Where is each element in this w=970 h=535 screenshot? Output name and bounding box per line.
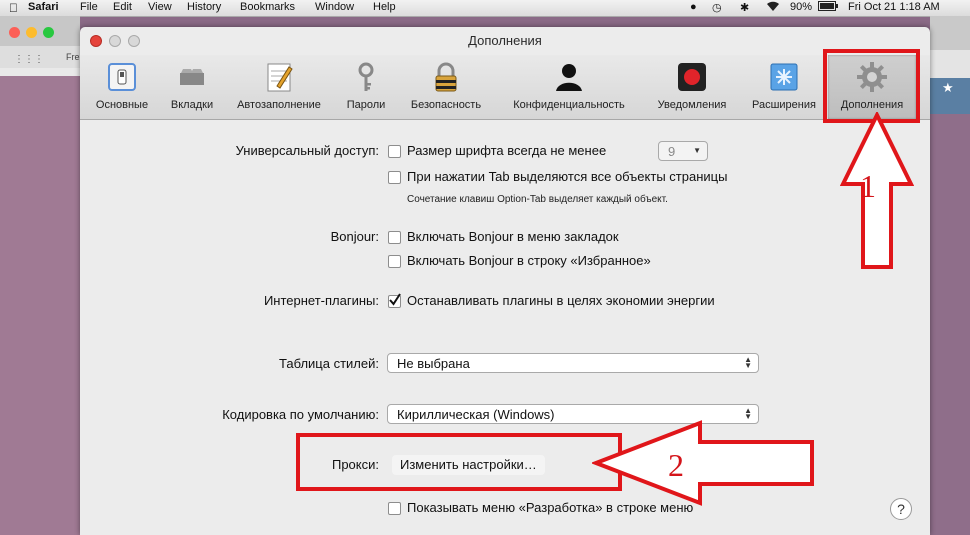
tab-highlight-note: Сочетание клавиш Option-Tab выделяет каж… — [407, 194, 668, 205]
tab-general[interactable]: Основные — [86, 55, 158, 119]
menu-history[interactable]: History — [187, 1, 221, 13]
status-circle-icon[interactable]: ● — [690, 1, 697, 13]
menu-view[interactable]: View — [148, 1, 172, 13]
stylesheet-select[interactable]: Не выбрана ▲ ▼ — [387, 353, 759, 373]
menu-window[interactable]: Window — [315, 1, 354, 13]
min-font-size-value: 9 — [668, 144, 676, 159]
tab-tabs-label: Вкладки — [170, 99, 214, 111]
tab-extensions-label: Расширения — [752, 99, 816, 111]
clock-datetime[interactable]: Fri Oct 21 1:18 AM — [848, 1, 940, 13]
min-font-checkbox[interactable] — [388, 145, 401, 158]
key-icon — [350, 61, 382, 93]
menu-file[interactable]: File — [80, 1, 98, 13]
checkmark-icon — [389, 293, 401, 306]
background-browser-window-right: ★ — [930, 16, 970, 535]
bonjour-bookmarks-text: Включать Bonjour в меню закладок — [407, 229, 619, 244]
tabs-icon — [176, 61, 208, 93]
menu-safari[interactable]: Safari — [28, 1, 59, 13]
window-title: Дополнения — [468, 33, 542, 48]
tab-general-label: Основные — [95, 99, 149, 111]
stylesheet-label: Таблица стилей: — [279, 356, 379, 371]
encoding-value: Кириллическая (Windows) — [397, 407, 555, 422]
plugins-label: Интернет-плагины: — [263, 293, 379, 308]
tab-security-label: Безопасность — [410, 99, 482, 111]
develop-menu-checkbox[interactable] — [388, 502, 401, 515]
tab-privacy-label: Конфиденциальность — [513, 99, 625, 111]
arrow-up-annotation — [840, 112, 914, 269]
bg-zoom-icon[interactable] — [43, 27, 54, 38]
highlight-box-proxy — [296, 433, 622, 491]
plugins-stop-text: Останавливать плагины в целях экономии э… — [407, 293, 715, 308]
tab-highlight-text: При нажатии Tab выделяются все объекты с… — [407, 169, 728, 184]
bg-minimize-icon[interactable] — [26, 27, 37, 38]
tab-extensions[interactable]: Расширения — [742, 55, 826, 119]
bonjour-favorites-checkbox[interactable] — [388, 255, 401, 268]
window-titlebar[interactable]: Дополнения — [80, 27, 930, 55]
tab-notifications-label: Уведомления — [657, 99, 727, 111]
up-down-arrows-icon: ▲ ▼ — [744, 355, 752, 370]
tab-security[interactable]: Безопасность — [400, 55, 492, 119]
min-font-text: Размер шрифта всегда не менее — [407, 143, 607, 158]
tab-notifications[interactable]: Уведомления — [644, 55, 740, 119]
menu-edit[interactable]: Edit — [113, 1, 132, 13]
tab-passwords-label: Пароли — [346, 99, 386, 111]
favorites-bar-item[interactable]: Fre — [66, 52, 80, 62]
tab-autofill-label: Автозаполнение — [237, 99, 321, 111]
battery-icon[interactable] — [818, 1, 838, 14]
notification-record-icon — [676, 61, 708, 93]
general-switch-icon — [106, 61, 138, 93]
tab-tabs[interactable]: Вкладки — [160, 55, 224, 119]
preferences-toolbar: Основные Вкладки Автозаполнение Пароли Б… — [80, 55, 930, 120]
menu-bookmarks[interactable]: Bookmarks — [240, 1, 295, 13]
min-font-size-select[interactable]: 9 ▼ — [658, 141, 708, 161]
bonjour-favorites-text: Включать Bonjour в строку «Избранное» — [407, 253, 651, 268]
bonjour-label: Bonjour: — [330, 229, 379, 244]
bonjour-bookmarks-checkbox[interactable] — [388, 231, 401, 244]
menu-bar:  Safari File Edit View History Bookmark… — [0, 0, 970, 17]
up-down-arrows-icon: ▲ ▼ — [744, 406, 752, 421]
tab-passwords[interactable]: Пароли — [336, 55, 396, 119]
chevron-down-icon: ▼ — [693, 146, 701, 155]
tab-highlight-checkbox[interactable] — [388, 171, 401, 184]
menu-help[interactable]: Help — [373, 1, 396, 13]
bluetooth-icon[interactable]: ✱ — [740, 1, 749, 14]
battery-percent: 90% — [790, 1, 813, 13]
arrow-left-annotation — [592, 420, 814, 506]
wifi-icon[interactable] — [766, 1, 780, 15]
autofill-pencil-icon — [263, 61, 295, 93]
accessibility-label: Универсальный доступ: — [235, 143, 379, 158]
apple-logo-icon[interactable]:  — [9, 1, 18, 15]
tab-autofill[interactable]: Автозаполнение — [226, 55, 332, 119]
star-icon[interactable]: ★ — [942, 80, 954, 96]
background-browser-window: ⋮⋮⋮ — [0, 16, 80, 535]
encoding-label: Кодировка по умолчанию: — [222, 407, 379, 422]
plugins-stop-checkbox[interactable] — [388, 293, 401, 308]
step-number-2: 2 — [668, 447, 684, 483]
tab-privacy[interactable]: Конфиденциальность — [496, 55, 642, 119]
time-machine-icon[interactable]: ◷ — [712, 1, 722, 14]
step-number-1: 1 — [860, 168, 876, 204]
stylesheet-value: Не выбрана — [397, 356, 470, 371]
person-silhouette-icon — [553, 61, 585, 93]
bg-close-icon[interactable] — [9, 27, 20, 38]
grid-icon[interactable]: ⋮⋮⋮ — [14, 54, 44, 65]
puzzle-extensions-icon — [768, 61, 800, 93]
lock-icon — [430, 61, 462, 93]
help-button[interactable]: ? — [890, 498, 912, 520]
